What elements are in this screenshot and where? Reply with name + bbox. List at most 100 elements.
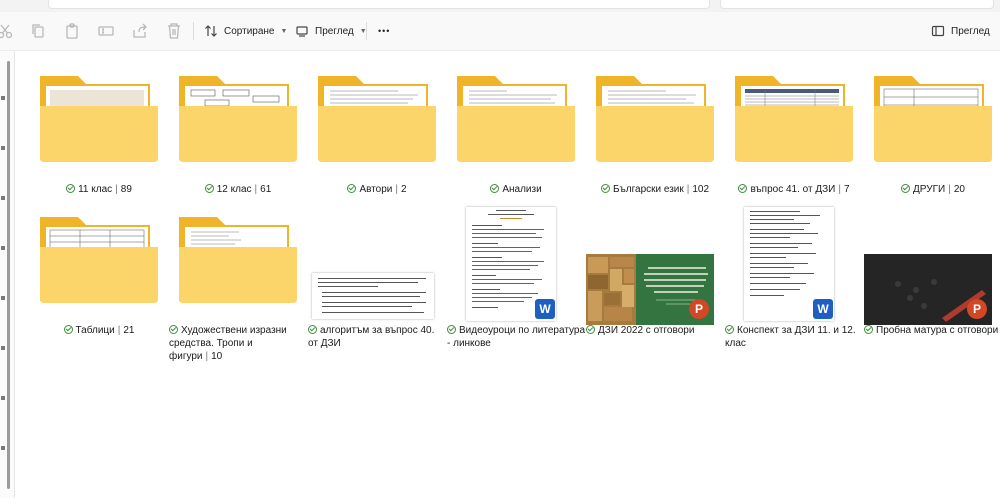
item-caption: Таблици | 21 [30,324,168,337]
document-thumbnail [308,207,446,321]
view-icon [296,26,308,37]
view-label: Преглед [315,25,354,37]
preview-pane-button[interactable]: Преглед [931,20,990,42]
item-caption: Автори | 2 [308,183,446,196]
command-bar: Сортиране ▼ Преглед ▼ ••• Преглед [0,12,1000,51]
item-caption: Конспект за ДЗИ 11. и 12. клас [725,324,863,350]
item-count: 10 [211,351,223,362]
more-options-button[interactable]: ••• [378,20,390,42]
search-box[interactable] [720,0,994,9]
navigation-scrollbar[interactable] [7,61,10,489]
synced-icon [66,184,76,193]
item-name: Автори [359,184,393,195]
share-icon[interactable] [131,22,149,40]
cut-icon[interactable] [0,22,14,40]
item-name: Таблици [75,325,115,336]
item-count: 20 [953,184,965,195]
item-name: Български език [612,184,684,195]
separator: | [395,184,398,195]
nav-marker [1,96,5,100]
folder-icon [596,76,714,162]
item-name: Конспект за ДЗИ 11. и 12. клас [725,325,856,349]
nav-marker [1,396,5,400]
synced-icon [586,325,595,334]
more-label: ••• [378,26,391,36]
item-name: алгоритъм за въпрос 40. от ДЗИ [308,325,435,349]
item-caption: 12 клас | 61 [169,183,307,196]
nav-marker [1,246,5,250]
synced-icon [447,325,456,334]
item-count: 21 [123,325,135,336]
synced-icon [901,184,911,193]
separator: | [205,351,209,362]
folder-icon [40,217,158,303]
item-caption: ДРУГИ | 20 [864,183,1000,196]
separator: | [115,184,118,195]
nav-marker [1,196,5,200]
nav-marker [1,346,5,350]
nav-marker [1,296,5,300]
item-caption: Български език | 102 [586,183,724,196]
navigation-pane [0,51,15,498]
toolbar-separator [193,22,194,40]
synced-icon [864,325,873,334]
item-count: 102 [692,184,710,195]
folder-icon [179,76,297,162]
item-name: въпрос 41. от ДЗИ [750,184,836,195]
item-name: ДЗИ 2022 с отговори [598,325,695,336]
delete-icon[interactable] [165,22,183,40]
folder-icon [457,76,575,162]
separator: | [838,184,841,195]
powerpoint-icon: P [689,299,709,319]
item-name: Видеоуроци по литература - линкове [447,325,586,349]
synced-icon [490,184,500,193]
item-count: 2 [401,184,407,195]
item-caption: Анализи [447,183,585,196]
nav-marker [1,446,5,450]
separator: | [948,184,951,195]
title-area [0,0,1000,12]
rename-icon[interactable] [97,22,115,40]
folder-icon [318,76,436,162]
item-count: 7 [843,184,850,195]
item-name: Анализи [502,184,542,195]
item-name: Художествени изразни средства. Тропи и ф… [169,325,287,362]
copy-icon[interactable] [29,22,47,40]
item-caption: алгоритъм за въпрос 40. от ДЗИ [308,324,446,350]
synced-icon [204,184,214,193]
item-count: 89 [120,184,132,195]
paste-icon[interactable] [63,22,81,40]
synced-icon [308,325,317,334]
item-name: 12 клас [216,184,252,195]
presentation-thumbnail: P [586,207,724,325]
document-thumbnail: W [725,207,863,321]
powerpoint-icon: P [967,299,987,319]
item-caption: ДЗИ 2022 с отговори [586,324,724,337]
synced-icon [600,184,610,193]
presentation-thumbnail: P [864,207,1000,325]
folder-icon [735,76,853,162]
chevron-down-icon: ▼ [280,27,288,35]
item-caption: Видеоуроци по литература - линкове [447,324,585,350]
document-thumbnail: W [447,207,585,321]
document-page [312,273,434,319]
item-name: 11 клас [78,184,113,195]
synced-icon [725,325,734,334]
item-name: ДРУГИ [913,184,946,195]
sort-icon [205,25,217,37]
sort-button[interactable]: Сортиране ▼ [204,20,287,42]
item-caption: Пробна матура с отговори [864,324,1000,337]
address-bar[interactable] [48,0,710,9]
preview-label: Преглед [951,25,990,37]
synced-icon [347,184,357,193]
folder-icon [179,217,297,303]
view-button[interactable]: Преглед ▼ [295,20,367,42]
sort-label: Сортиране [224,25,275,37]
nav-marker [1,146,5,150]
item-name: Пробна матура с отговори [876,325,999,336]
synced-icon [63,325,73,334]
preview-pane-icon [931,25,945,37]
item-caption: 11 клас | 89 [30,183,168,196]
synced-icon [738,184,748,193]
item-caption: въпрос 41. от ДЗИ | 7 [725,183,863,196]
